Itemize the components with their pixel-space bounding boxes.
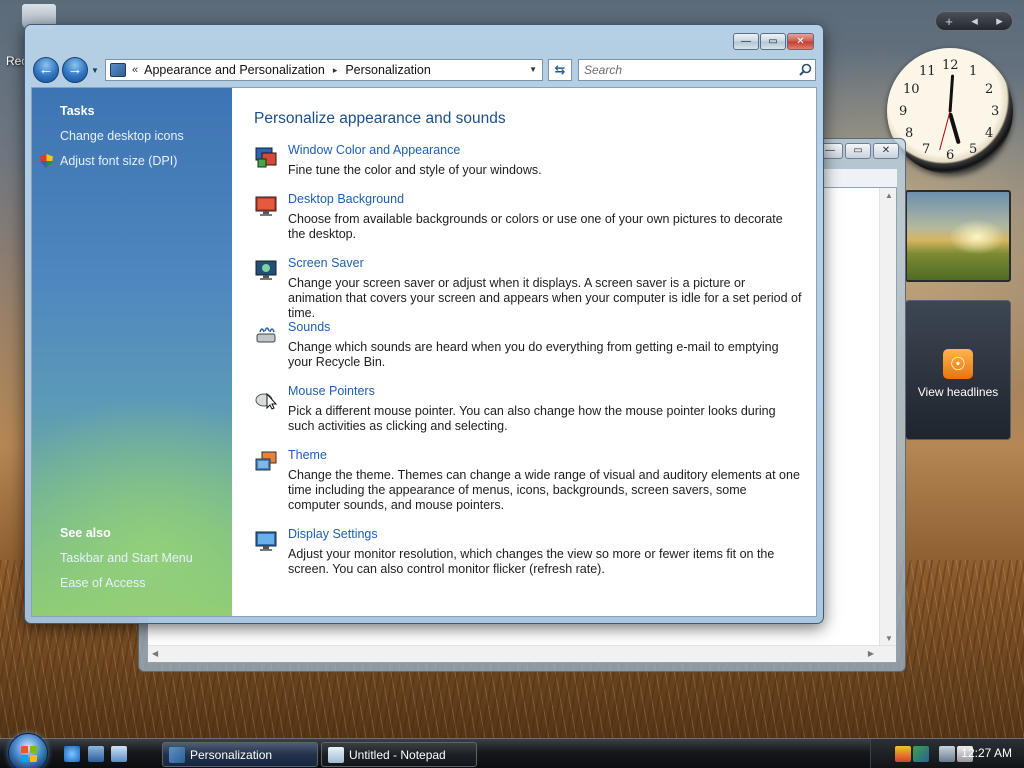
- mouse-pointer-icon: [255, 392, 278, 410]
- clock-number: 12: [942, 58, 959, 73]
- see-also-heading: See also: [60, 526, 111, 540]
- start-button[interactable]: [8, 733, 48, 768]
- screen-saver-icon: [255, 260, 277, 280]
- rss-icon: ☉: [943, 349, 973, 379]
- scroll-down-icon[interactable]: ▼: [885, 634, 893, 643]
- taskbar-button-notepad[interactable]: Untitled - Notepad: [321, 742, 477, 767]
- navigation-bar: ← → ▼ « Appearance and Personalization ▸…: [33, 57, 816, 83]
- clock-number: 3: [991, 104, 1000, 119]
- taskbar-button-personalization[interactable]: Personalization: [162, 742, 318, 767]
- notepad-close-button[interactable]: ✕: [873, 143, 899, 159]
- refresh-button[interactable]: ⇆: [548, 59, 572, 81]
- scroll-up-icon[interactable]: ▲: [885, 191, 893, 200]
- breadcrumb-appearance[interactable]: Appearance and Personalization: [144, 63, 325, 77]
- sounds-link[interactable]: Sounds: [288, 320, 330, 334]
- windows-logo-icon: [21, 746, 37, 762]
- taskbar-start-menu-link[interactable]: Taskbar and Start Menu: [60, 551, 193, 565]
- window-color-icon: [255, 147, 277, 168]
- maximize-button[interactable]: ▭: [760, 33, 786, 50]
- clock-number: 2: [985, 82, 994, 97]
- tasks-heading: Tasks: [60, 104, 95, 118]
- address-bar[interactable]: « Appearance and Personalization ▸ Perso…: [105, 59, 543, 81]
- search-icon[interactable]: [799, 63, 812, 76]
- sounds-description: Change which sounds are heard when you d…: [288, 340, 779, 369]
- system-tray: 12:27 AM: [870, 739, 1024, 768]
- desktop-background-link[interactable]: Desktop Background: [288, 192, 404, 206]
- system-clock[interactable]: 12:27 AM: [961, 746, 1012, 760]
- content-area: Tasks Change desktop icons Adjust font s…: [31, 87, 817, 617]
- show-desktop-icon[interactable]: [88, 746, 104, 762]
- close-button[interactable]: ✕: [787, 33, 814, 50]
- notepad-app-icon: [328, 746, 344, 763]
- desktop-background-icon: [255, 196, 277, 216]
- adjust-font-size-link[interactable]: Adjust font size (DPI): [60, 154, 177, 168]
- second-hand: [939, 111, 951, 151]
- theme-icon: [255, 451, 277, 471]
- breadcrumb-personalization[interactable]: Personalization: [345, 63, 430, 77]
- security-shield-icon[interactable]: [895, 746, 911, 762]
- window-color-description: Fine tune the color and style of your wi…: [288, 163, 542, 177]
- hour-hand: [948, 112, 961, 145]
- minute-hand: [948, 74, 955, 113]
- minimize-button[interactable]: —: [733, 33, 759, 50]
- page-title: Personalize appearance and sounds: [254, 110, 506, 127]
- clock-number: 8: [905, 126, 914, 141]
- change-desktop-icons-link[interactable]: Change desktop icons: [60, 129, 184, 143]
- add-gadget-button[interactable]: +: [945, 14, 953, 29]
- breadcrumb-separator-icon[interactable]: ▸: [333, 65, 338, 76]
- display-settings-description: Adjust your monitor resolution, which ch…: [288, 547, 775, 576]
- screen-saver-description: Change your screen saver or adjust when …: [288, 276, 802, 320]
- notepad-vertical-scrollbar[interactable]: ▲ ▼: [879, 188, 896, 646]
- display-settings-icon: [255, 531, 277, 551]
- recent-pages-dropdown-icon[interactable]: ▼: [91, 66, 99, 75]
- address-dropdown-icon[interactable]: ▼: [529, 65, 537, 74]
- back-button[interactable]: ←: [33, 57, 59, 83]
- internet-explorer-icon[interactable]: [64, 746, 80, 762]
- ease-of-access-link[interactable]: Ease of Access: [60, 576, 145, 590]
- mouse-pointers-link[interactable]: Mouse Pointers: [288, 384, 375, 398]
- network-status-icon[interactable]: [913, 746, 929, 762]
- clock-number: 1: [969, 64, 978, 79]
- scroll-left-icon[interactable]: ◀: [152, 649, 158, 658]
- slideshow-gadget[interactable]: [905, 190, 1011, 282]
- uac-shield-icon: [40, 154, 53, 168]
- sounds-icon: [256, 327, 276, 343]
- task-pane: Tasks Change desktop icons Adjust font s…: [32, 88, 232, 616]
- clock-number: 9: [899, 104, 908, 119]
- address-overflow-button[interactable]: «: [132, 64, 138, 76]
- switch-windows-icon[interactable]: [111, 746, 127, 762]
- caption-buttons: — ▭ ✕: [733, 33, 814, 50]
- clock-number: 4: [985, 126, 994, 141]
- notepad-maximize-button[interactable]: ▭: [845, 143, 871, 159]
- desktop-background-description: Choose from available backgrounds or col…: [288, 212, 783, 241]
- taskbar-button-label: Personalization: [190, 747, 273, 762]
- window-color-link[interactable]: Window Color and Appearance: [288, 143, 460, 157]
- personalization-app-icon: [169, 746, 185, 763]
- control-panel-icon: [110, 63, 126, 77]
- feed-label[interactable]: View headlines: [906, 385, 1010, 399]
- notepad-caption-buttons: — ▭ ✕: [817, 143, 899, 159]
- clock-number: 10: [903, 82, 920, 97]
- forward-button[interactable]: →: [62, 57, 88, 83]
- scroll-right-icon[interactable]: ▶: [868, 649, 874, 658]
- theme-link[interactable]: Theme: [288, 448, 327, 462]
- previous-page-button[interactable]: ◂: [971, 13, 978, 29]
- personalization-window[interactable]: — ▭ ✕ ← → ▼ « Appearance and Personaliza…: [24, 24, 824, 624]
- theme-description: Change the theme. Themes can change a wi…: [288, 468, 800, 512]
- feed-headlines-gadget[interactable]: ☉ View headlines: [905, 300, 1011, 440]
- clock-number: 7: [922, 142, 931, 157]
- taskbar-button-label: Untitled - Notepad: [349, 747, 446, 762]
- mouse-pointers-description: Pick a different mouse pointer. You can …: [288, 404, 776, 433]
- clock-number: 11: [919, 64, 936, 79]
- search-input[interactable]: Search: [578, 59, 816, 81]
- clock-number: 5: [969, 142, 978, 157]
- network-icon[interactable]: [939, 746, 955, 762]
- display-settings-link[interactable]: Display Settings: [288, 527, 378, 541]
- clock-number: 6: [946, 148, 955, 163]
- next-page-button[interactable]: ▸: [996, 13, 1003, 29]
- taskbar: Personalization Untitled - Notepad 12:27…: [0, 733, 1024, 768]
- notepad-horizontal-scrollbar[interactable]: ◀ ▶: [148, 645, 896, 662]
- screen-saver-link[interactable]: Screen Saver: [288, 256, 364, 270]
- sidebar-controls: + ◂ ▸: [935, 11, 1013, 31]
